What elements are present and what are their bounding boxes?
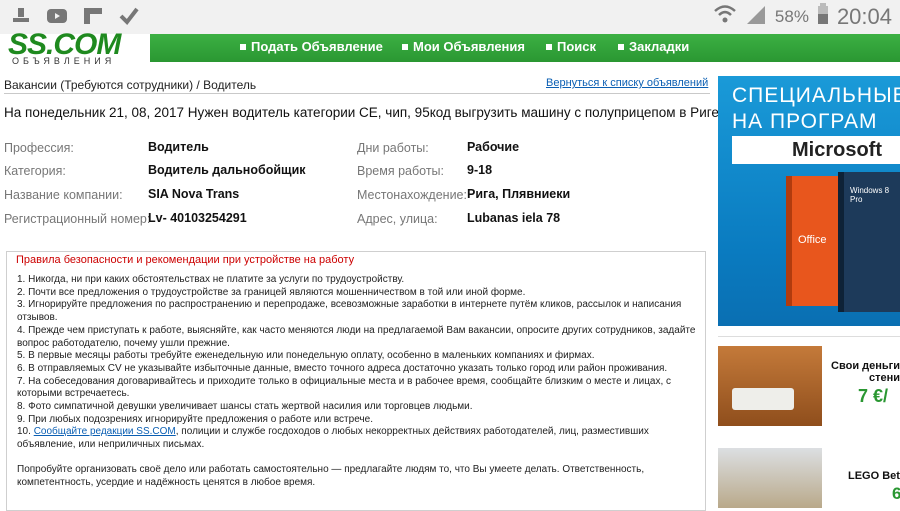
furniture-ad[interactable]: Свои деньги стени 7 €/: [718, 346, 900, 426]
clock: 20:04: [836, 3, 892, 29]
list-item: 9. При любых подозрениях игнорируйте пре…: [17, 413, 373, 425]
bullet-icon: [618, 43, 624, 50]
list-item: 8. Фото симпатичной девушки увеличивает …: [17, 401, 473, 413]
ad-price: 65: [892, 484, 900, 503]
field-work-hours: Время работы:: [357, 164, 444, 182]
safety-closing: Попробуйте организовать своё дело или ра…: [17, 463, 645, 488]
field-value: Lv- 40103254291: [148, 211, 247, 225]
nav-label: Подать Объявление: [251, 39, 383, 54]
contact-editors-link[interactable]: Сообщайте редакции SS.COM: [34, 426, 176, 437]
field-value: Lubanas iela 78: [467, 211, 561, 225]
field-address: Адрес, улица:: [357, 212, 438, 230]
field-work-days: Дни работы:: [357, 141, 429, 159]
list-item: 7. На собеседования договаривайтесь и пр…: [17, 375, 672, 400]
windows-label: Windows 8 Pro: [850, 186, 890, 204]
logo[interactable]: SS.COM ОБЪЯВЛЕНИЯ: [0, 28, 150, 66]
microsoft-brand: Microsoft: [732, 136, 900, 164]
list-item: 2. Почти все предложения о трудоустройст…: [17, 286, 526, 298]
notification-icons: [10, 6, 140, 26]
logo-subtitle: ОБЪЯВЛЕНИЯ: [12, 56, 116, 66]
flipboard-icon: [82, 6, 104, 26]
list-item: 5. В первые месяцы работы требуйте ежене…: [17, 350, 595, 362]
youtube-icon: [46, 6, 68, 26]
list-item: 3. Игнорируйте предложения по распростра…: [17, 299, 682, 324]
microsoft-banner-ad[interactable]: СПЕЦИАЛЬНЫЕ L НА ПРОГРАМ Microsoft Offic…: [718, 76, 900, 326]
field-category-value: Водитель дальнобойщик: [148, 163, 306, 181]
office-box-image: Office: [786, 176, 844, 306]
field-value: Водитель: [148, 140, 209, 154]
nav-post-ad[interactable]: Подать Объявление: [240, 39, 383, 54]
nav-label: Поиск: [557, 39, 597, 54]
ad-image: [718, 346, 822, 426]
divider: [4, 93, 710, 94]
wifi-icon: [713, 3, 737, 30]
field-location-value: Рига, Плявниеки: [467, 187, 570, 205]
field-label: Регистрационный номер:: [4, 212, 151, 226]
field-company: Название компании:: [4, 188, 123, 206]
nav-label: Мои Объявления: [413, 39, 525, 54]
status-bar: 58% 20:04: [0, 0, 900, 34]
list-item: 1. Никогда, ни при каких обстоятельствах…: [17, 274, 405, 285]
divider: [718, 336, 900, 337]
safety-rules-title: Правила безопасности и рекомендации при …: [14, 254, 357, 266]
field-work-hours-value: 9-18: [467, 163, 492, 181]
field-value: Рига, Плявниеки: [467, 187, 571, 201]
nav-search[interactable]: Поиск: [546, 39, 596, 54]
field-address-value: Lubanas iela 78: [467, 211, 560, 229]
battery-icon: [817, 3, 829, 30]
field-profession-value: Водитель: [148, 140, 209, 158]
download-icon: [10, 6, 32, 26]
field-label: Адрес, улица:: [357, 212, 438, 226]
field-label: Дни работы:: [357, 141, 429, 155]
bullet-icon: [402, 43, 408, 50]
field-value: Рабочие: [467, 140, 520, 154]
field-label: Категория:: [4, 164, 66, 178]
list-item-prefix: 10.: [17, 426, 34, 438]
breadcrumb[interactable]: Вакансии (Требуются сотрудники) / Водите…: [4, 78, 256, 92]
field-category: Категория:: [4, 164, 66, 182]
main-nav: Подать Объявление Мои Объявления Поиск З…: [140, 34, 900, 62]
ad-text: LEGO Bet: [848, 470, 900, 482]
field-label: Название компании:: [4, 188, 123, 202]
field-reg-number-value: Lv- 40103254291: [148, 211, 247, 229]
field-profession: Профессия:: [4, 141, 74, 159]
ad-image: [718, 448, 822, 508]
system-status: 58% 20:04: [713, 3, 892, 30]
safety-rules-list: 1. Никогда, ни при каких обстоятельствах…: [17, 274, 702, 489]
sofa-image: [732, 388, 794, 410]
ad-headline: На понедельник 21, 08, 2017 Нужен водите…: [4, 105, 723, 120]
signal-icon: [745, 3, 767, 30]
ad-price: 7 €/: [858, 386, 889, 406]
back-to-list-link[interactable]: Вернуться к списку объявлений: [546, 77, 708, 89]
list-item: 4. Прежде чем приступать к работе, выясн…: [17, 324, 696, 349]
office-label: Office: [798, 234, 827, 246]
nav-label: Закладки: [629, 39, 690, 54]
field-label: Местонахождение:: [357, 188, 467, 202]
list-item: 6. В отправляемых CV не указывайте избыт…: [17, 362, 668, 374]
nav-bookmarks[interactable]: Закладки: [618, 39, 689, 54]
ad-text: Свои деньги стени: [831, 360, 900, 384]
lego-ad[interactable]: LEGO Bet 65: [718, 448, 900, 508]
field-value: Водитель дальнобойщик: [148, 163, 306, 177]
ad-headline-line1: СПЕЦИАЛЬНЫЕ L: [732, 84, 900, 107]
field-location: Местонахождение:: [357, 188, 467, 206]
field-value: 9-18: [467, 163, 493, 177]
nav-my-ads[interactable]: Мои Объявления: [402, 39, 525, 54]
field-company-value: SIA Nova Trans: [148, 187, 239, 205]
windows-box-image: Windows 8 Pro: [838, 172, 900, 312]
field-value: SIA Nova Trans: [148, 187, 240, 201]
field-work-days-value: Рабочие: [467, 140, 519, 158]
field-label: Время работы:: [357, 164, 444, 178]
list-item: 10. Сообщайте редакции SS.COM, полиции и…: [17, 426, 702, 451]
ad-headline-line2: НА ПРОГРАМ: [732, 110, 878, 133]
field-reg-number: Регистрационный номер:: [4, 212, 150, 230]
battery-percent: 58%: [774, 6, 809, 26]
check-icon: [118, 6, 140, 26]
bullet-icon: [240, 43, 246, 50]
bullet-icon: [546, 43, 552, 50]
field-label: Профессия:: [4, 141, 74, 155]
